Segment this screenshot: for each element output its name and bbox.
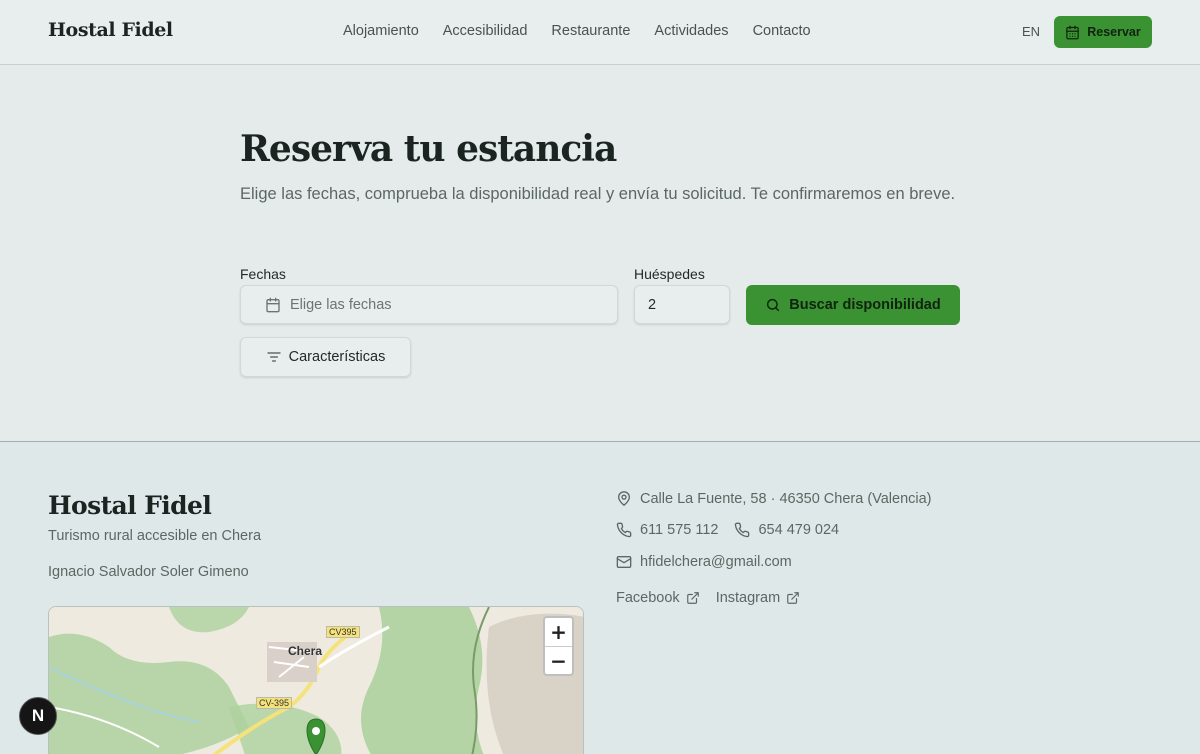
mail-icon bbox=[616, 556, 632, 568]
guests-value: 2 bbox=[648, 296, 657, 313]
contact-phones: 611 575 112 654 479 024 bbox=[616, 522, 839, 538]
features-filter-button[interactable]: Características bbox=[240, 337, 411, 377]
map-road-label-2: CV-395 bbox=[256, 697, 293, 709]
page-subtitle: Elige las fechas, comprueba la disponibi… bbox=[240, 185, 956, 203]
reserve-button-label: Reservar bbox=[1087, 25, 1141, 39]
contact-address: Calle La Fuente, 58 · 46350 Chera (Valen… bbox=[616, 490, 932, 507]
features-button-label: Características bbox=[288, 349, 386, 365]
location-map[interactable] bbox=[48, 606, 584, 754]
external-link-icon bbox=[686, 592, 699, 604]
guests-label: Huéspedes bbox=[634, 266, 705, 282]
calendar-icon bbox=[266, 297, 280, 312]
facebook-label: Facebook bbox=[616, 590, 680, 606]
footer-tagline: Turismo rural accesible en Chera bbox=[48, 528, 262, 544]
phone-2-text: 654 479 024 bbox=[758, 522, 840, 538]
site-logo[interactable]: Hostal Fidel bbox=[48, 19, 173, 41]
footer-brand: Hostal Fidel bbox=[48, 491, 212, 520]
map-pin-icon bbox=[618, 491, 630, 506]
main-nav: Alojamiento Accesibilidad Restaurante Ac… bbox=[343, 23, 811, 39]
dev-tools-badge[interactable]: N bbox=[19, 697, 57, 735]
map-zoom-control: + − bbox=[543, 616, 574, 676]
dates-placeholder: Elige las fechas bbox=[290, 296, 392, 313]
email-text: hfidelchera@gmail.com bbox=[640, 554, 792, 570]
footer-owner: Ignacio Salvador Soler Gimeno bbox=[48, 564, 249, 580]
search-button-label: Buscar disponibilidad bbox=[789, 297, 941, 313]
map-town-label: Chera bbox=[288, 644, 323, 658]
nav-accesibilidad[interactable]: Accesibilidad bbox=[443, 23, 528, 39]
language-switch[interactable]: EN bbox=[1022, 24, 1040, 39]
nav-contacto[interactable]: Contacto bbox=[753, 23, 811, 39]
phone-2[interactable]: 654 479 024 bbox=[734, 522, 839, 538]
dates-picker[interactable]: Elige las fechas bbox=[240, 285, 618, 324]
facebook-link[interactable]: Facebook bbox=[616, 590, 700, 606]
social-links: Facebook Instagram bbox=[616, 590, 800, 606]
phone-1[interactable]: 611 575 112 bbox=[616, 522, 718, 538]
nav-restaurante[interactable]: Restaurante bbox=[551, 23, 630, 39]
zoom-in-button[interactable]: + bbox=[545, 618, 572, 646]
page-title: Reserva tu estancia bbox=[240, 128, 617, 170]
calendar-icon bbox=[1066, 25, 1079, 39]
map-tiles bbox=[49, 607, 583, 754]
phone-icon bbox=[616, 522, 632, 538]
external-link-icon bbox=[787, 592, 800, 604]
instagram-label: Instagram bbox=[715, 590, 781, 606]
instagram-link[interactable]: Instagram bbox=[716, 590, 800, 606]
nav-alojamiento[interactable]: Alojamiento bbox=[343, 23, 419, 39]
filter-icon bbox=[266, 352, 281, 362]
guests-input[interactable]: 2 bbox=[634, 285, 730, 324]
reserve-button[interactable]: Reservar bbox=[1054, 16, 1152, 48]
search-availability-button[interactable]: Buscar disponibilidad bbox=[746, 285, 960, 325]
zoom-out-button[interactable]: − bbox=[545, 646, 572, 674]
site-header: Hostal Fidel Alojamiento Accesibilidad R… bbox=[0, 0, 1200, 65]
address-text: Calle La Fuente, 58 · 46350 Chera (Valen… bbox=[640, 490, 932, 507]
map-road-label-1: CV395 bbox=[326, 626, 360, 638]
phone-1-text: 611 575 112 bbox=[640, 522, 719, 538]
dates-label: Fechas bbox=[240, 266, 286, 282]
search-icon bbox=[767, 298, 780, 312]
nav-actividades[interactable]: Actividades bbox=[654, 23, 728, 39]
contact-email[interactable]: hfidelchera@gmail.com bbox=[616, 554, 792, 570]
phone-icon bbox=[735, 522, 750, 538]
